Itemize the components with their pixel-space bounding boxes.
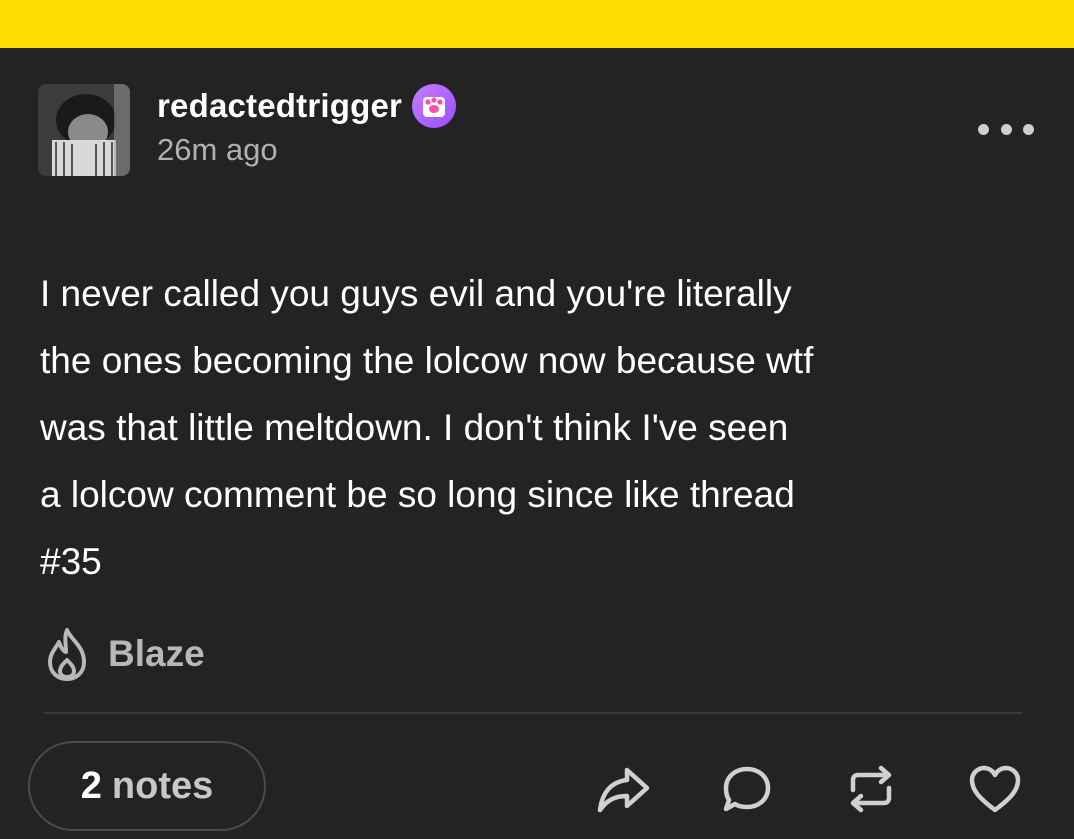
like-button[interactable] [966,763,1024,815]
reblog-button[interactable] [842,763,900,815]
flame-icon [48,628,86,681]
notes-button[interactable]: 2 notes [28,741,266,831]
post-timestamp: 26m ago [157,132,278,167]
dot [1023,123,1034,135]
username[interactable]: redactedtrigger [157,87,402,125]
reblog-icon [850,765,892,813]
more-options-button[interactable] [978,114,1034,144]
paw-badge-icon[interactable] [412,84,457,128]
reply-icon [723,766,771,812]
avatar[interactable] [38,84,130,176]
dot [978,123,989,135]
like-icon [969,765,1021,813]
notes-label: notes [111,764,214,807]
blaze-label: Blaze [108,633,205,674]
avatar-image [38,84,130,176]
dot [1000,123,1012,135]
blaze-button[interactable]: Blaze [44,626,205,682]
share-button[interactable] [594,763,652,815]
divider [44,712,1022,714]
author-row: redactedtrigger [157,84,457,128]
post-card: redactedtrigger 26m ago I never called y… [0,48,1074,839]
post-body: I never called you guys evil and you're … [40,273,814,582]
reply-button[interactable] [718,763,776,815]
notes-count: 2 [80,764,102,807]
share-icon [597,767,650,813]
top-accent-bar [0,0,1074,48]
